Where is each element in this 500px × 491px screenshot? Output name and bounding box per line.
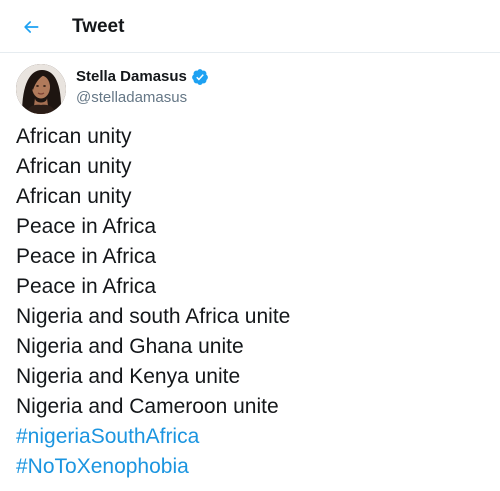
verified-badge-icon <box>192 69 208 85</box>
author-name-row[interactable]: Stella Damasus <box>76 67 209 87</box>
hashtag-link[interactable]: #nigeriaSouthAfrica <box>16 422 486 452</box>
tweet-text-line: Nigeria and Cameroon unite <box>16 395 279 418</box>
tweet-text-line: Peace in Africa <box>16 245 157 268</box>
avatar[interactable] <box>16 64 66 114</box>
tweet-text: African unity African unity African unit… <box>16 122 486 482</box>
tweet-text-line: Peace in Africa <box>16 215 157 238</box>
tweet-text-line: African unity <box>16 155 132 178</box>
tweet-text-line: African unity <box>16 185 132 208</box>
hashtag-link[interactable]: #NoToXenophobia <box>16 452 486 482</box>
page-title: Tweet <box>72 16 125 37</box>
tweet-text-line: Nigeria and Kenya unite <box>16 365 241 388</box>
tweet-text-line: Peace in Africa <box>16 275 157 298</box>
header-bar: Tweet <box>0 0 500 53</box>
tweet-page: Tweet Stella Damasus @stelladamasus Afri… <box>0 0 500 491</box>
tweet-text-line: African unity <box>16 125 132 148</box>
tweet-text-line: Nigeria and south Africa unite <box>16 305 291 328</box>
author-display-name[interactable]: Stella Damasus <box>76 67 187 87</box>
avatar-image <box>16 64 66 114</box>
back-button[interactable] <box>14 10 48 44</box>
arrow-left-icon <box>24 21 39 33</box>
tweet-text-line: Nigeria and Ghana unite <box>16 335 244 358</box>
author-handle[interactable]: @stelladamasus <box>76 88 187 108</box>
